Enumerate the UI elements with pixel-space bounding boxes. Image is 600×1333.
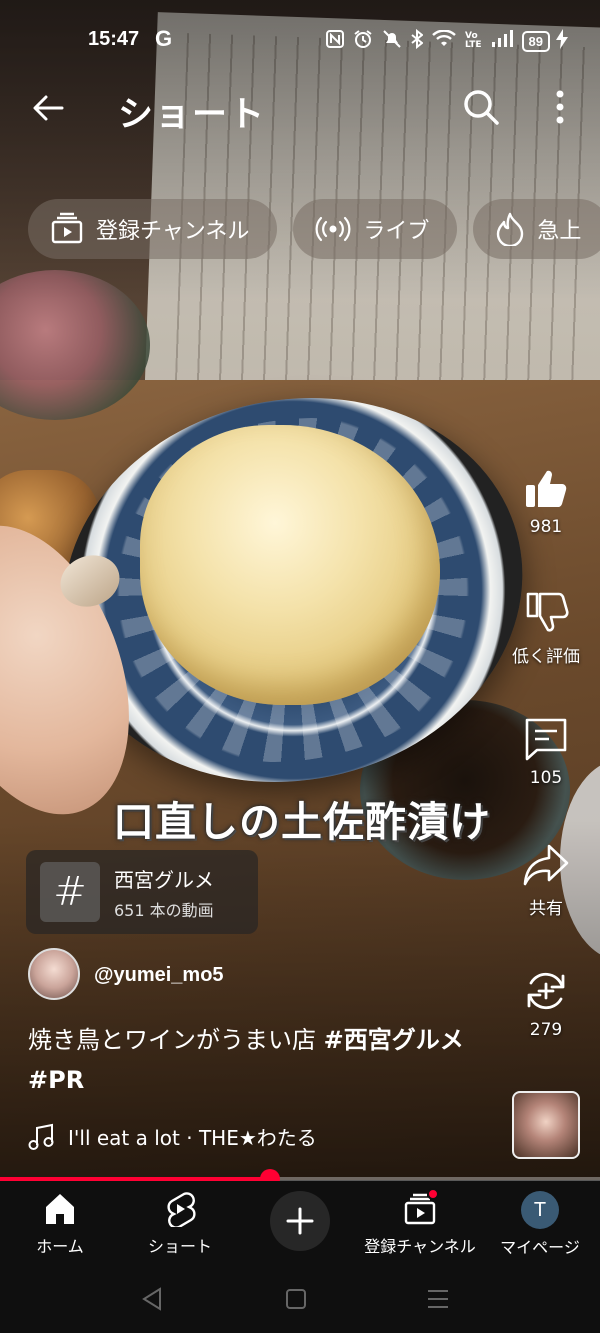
system-recents-button[interactable]: [424, 1285, 452, 1313]
dislike-button[interactable]: 低く評価: [500, 590, 592, 667]
trending-icon: [497, 212, 524, 246]
chip-label: 登録チャンネル: [96, 219, 250, 244]
system-home-button[interactable]: [282, 1285, 310, 1313]
chip-label: ライブ: [363, 219, 430, 244]
system-back-button[interactable]: [138, 1285, 166, 1313]
description-text: 焼き鳥とワインがうまい店: [28, 1026, 324, 1054]
nav-home[interactable]: ホーム: [0, 1191, 120, 1257]
create-icon: [286, 1207, 314, 1235]
mute-icon: [382, 29, 402, 53]
share-icon: [523, 844, 569, 886]
share-label: 共有: [529, 899, 563, 919]
remix-icon: [527, 972, 565, 1010]
like-count: 981: [529, 517, 563, 537]
chip-live[interactable]: ライブ: [293, 199, 458, 259]
create-button[interactable]: [270, 1191, 330, 1251]
nav-label: ショート: [147, 1237, 212, 1256]
square-home-icon: [286, 1289, 306, 1309]
music-thumbnail[interactable]: [512, 1091, 580, 1159]
remix-button[interactable]: 279: [500, 968, 592, 1040]
chip-label: 急上: [537, 219, 582, 244]
chip-subscriptions[interactable]: 登録チャンネル: [28, 199, 278, 259]
notification-dot: [427, 1188, 439, 1200]
charging-icon: [556, 29, 568, 54]
search-button[interactable]: [460, 86, 502, 128]
share-button[interactable]: 共有: [500, 842, 592, 919]
wifi-icon: [432, 29, 456, 52]
hashtag-title: 西宮グルメ: [114, 868, 214, 892]
video-caption: 口直しの土佐酢漬け: [113, 798, 491, 846]
comments-button[interactable]: 105: [500, 716, 592, 788]
chip-trending[interactable]: 急上: [473, 199, 600, 259]
back-arrow-icon: [33, 95, 64, 121]
volte-icon: Vo LTE: [464, 31, 482, 50]
video-description[interactable]: 焼き鳥とワインがうまい店 #西宮グルメ #PR: [28, 1020, 488, 1100]
google-icon: G: [155, 26, 173, 51]
back-button[interactable]: [28, 88, 68, 128]
system-navigation-bar: [0, 1265, 600, 1333]
signal-icon: [491, 30, 513, 52]
more-vertical-icon: [556, 90, 564, 124]
bottom-navigation: ホーム ショート 登録チャンネル T マイページ: [0, 1181, 600, 1265]
triangle-back-icon: [142, 1287, 161, 1311]
like-button[interactable]: 981: [500, 465, 592, 537]
nav-my-page[interactable]: T マイページ: [480, 1191, 600, 1258]
status-bar: 15:47 G Vo LTE 89: [0, 24, 600, 58]
filter-chips: 登録チャンネル ライブ 急上: [28, 199, 600, 259]
music-title: I'll eat a lot · THE★わたる: [68, 1126, 317, 1150]
remix-count: 279: [529, 1020, 563, 1040]
channel-avatar[interactable]: [28, 948, 80, 1000]
app-bar: ショート: [0, 80, 600, 136]
hashtag-card[interactable]: # 西宮グルメ 651 本の動画: [26, 850, 258, 934]
avatar: T: [521, 1191, 559, 1229]
nav-label: ホーム: [36, 1237, 84, 1256]
page-title: ショート: [118, 95, 267, 135]
comment-icon: [525, 718, 567, 761]
music-note-icon: [28, 1123, 54, 1150]
hashtag-icon: #: [40, 862, 100, 922]
shorts-icon: [167, 1192, 196, 1227]
dislike-label: 低く評価: [512, 647, 580, 667]
more-options-button[interactable]: [545, 86, 575, 128]
search-icon: [464, 90, 499, 125]
subscriptions-icon: [51, 212, 83, 244]
battery-icon: 89: [521, 30, 550, 52]
nav-subscriptions[interactable]: 登録チャンネル: [360, 1188, 480, 1257]
hashtag-count: 651 本の動画: [114, 901, 214, 920]
menu-lines-icon: [428, 1290, 448, 1308]
music-row[interactable]: I'll eat a lot · THE★わたる: [28, 1122, 317, 1151]
nfc-icon: [325, 30, 344, 52]
thumbs-down-icon: [526, 592, 569, 632]
nav-shorts[interactable]: ショート: [120, 1191, 240, 1257]
bluetooth-icon: [411, 28, 424, 53]
status-time: 15:47: [88, 28, 140, 50]
thumbs-up-icon: [526, 470, 567, 507]
nav-label: マイページ: [500, 1238, 580, 1257]
home-icon: [46, 1194, 74, 1224]
nav-label: 登録チャンネル: [364, 1237, 476, 1256]
comment-count: 105: [529, 768, 563, 788]
live-icon: [315, 216, 351, 242]
channel-name[interactable]: @yumei_mo5: [94, 964, 224, 987]
alarm-icon: [353, 29, 373, 53]
